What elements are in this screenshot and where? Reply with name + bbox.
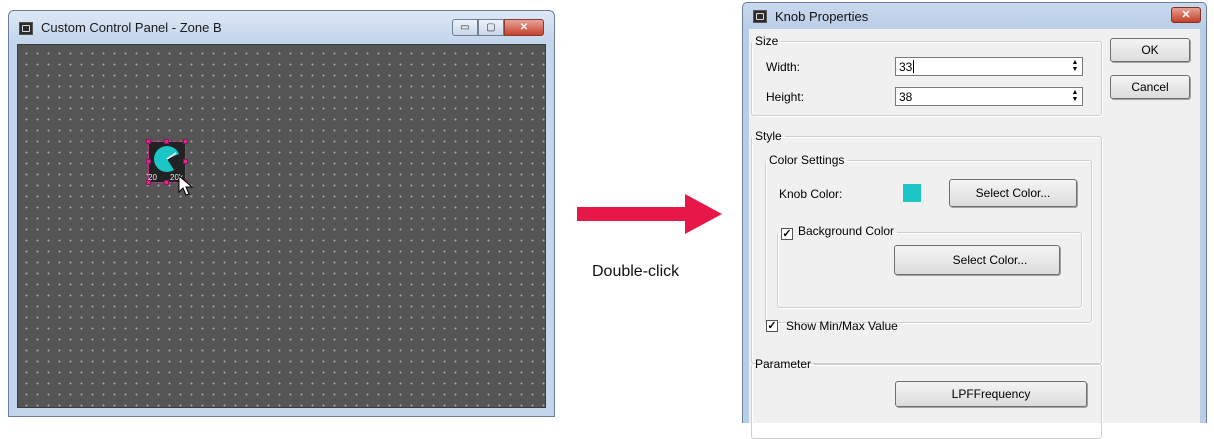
resize-handle[interactable] xyxy=(146,159,151,164)
width-label: Width: xyxy=(766,60,801,74)
close-icon: ✕ xyxy=(1181,9,1191,21)
dialog-close-button[interactable]: ✕ xyxy=(1171,7,1201,23)
double-click-label: Double-click xyxy=(592,263,680,280)
height-spin-arrows[interactable]: ▲ ▼ xyxy=(1069,89,1081,104)
app-icon xyxy=(19,22,33,35)
resize-handle[interactable] xyxy=(183,139,188,144)
parameter-legend: Parameter xyxy=(755,357,812,371)
background-color-legend: ✓ Background Color xyxy=(781,224,895,240)
dialog-body: Size Width: 33 ▲ ▼ Height: 38 ▲ ▼ OK Cance… xyxy=(749,29,1200,439)
resize-handle[interactable] xyxy=(146,139,151,144)
width-spin-arrows[interactable]: ▲ ▼ xyxy=(1069,59,1081,74)
parameter-button[interactable]: LPFFrequency xyxy=(895,381,1087,407)
cancel-button[interactable]: Cancel xyxy=(1110,75,1190,99)
caption-buttons: ▭ ▢ ✕ xyxy=(452,19,544,36)
close-icon: ✕ xyxy=(519,22,529,33)
background-color-checkbox[interactable]: ✓ xyxy=(781,228,793,240)
close-button[interactable]: ✕ xyxy=(504,19,544,36)
window-title: Custom Control Panel - Zone B xyxy=(41,20,222,35)
height-label: Height: xyxy=(766,90,805,104)
maximize-icon: ▢ xyxy=(486,22,496,33)
height-value: 38 xyxy=(899,90,913,104)
knob-properties-dialog: Knob Properties ✕ Size Width: 33 ▲ ▼ Heig… xyxy=(742,2,1207,439)
minimize-button[interactable]: ▭ xyxy=(452,19,478,36)
show-minmax-checkbox[interactable]: ✓ xyxy=(766,320,778,332)
resize-handle[interactable] xyxy=(164,139,169,144)
knob-select-color-button[interactable]: Select Color... xyxy=(949,179,1077,207)
style-legend: Style xyxy=(755,129,782,143)
dialog-title: Knob Properties xyxy=(775,9,869,24)
show-minmax-label: Show Min/Max Value xyxy=(786,319,898,333)
dialog-app-icon xyxy=(753,10,767,23)
size-legend: Size xyxy=(755,34,779,48)
panel-canvas[interactable]: 20 20k xyxy=(17,44,546,408)
mouse-cursor-icon xyxy=(178,175,194,196)
knob-color-swatch xyxy=(903,184,921,202)
knob-color-label: Knob Color: xyxy=(779,187,843,201)
minimize-icon: ▭ xyxy=(460,22,470,33)
custom-control-panel-window: Custom Control Panel - Zone B ▭ ▢ ✕ 20 2… xyxy=(8,10,555,417)
resize-handle[interactable] xyxy=(164,180,169,185)
right-arrow-icon xyxy=(577,194,722,234)
ok-button[interactable]: OK xyxy=(1110,38,1190,62)
width-value: 33 xyxy=(899,60,915,74)
color-settings-legend: Color Settings xyxy=(769,153,845,167)
height-spinbox[interactable]: 38 ▲ ▼ xyxy=(895,87,1083,106)
background-select-color-button[interactable]: Select Color... xyxy=(894,245,1060,275)
maximize-button[interactable]: ▢ xyxy=(478,19,504,36)
resize-handle[interactable] xyxy=(146,180,151,185)
resize-handle[interactable] xyxy=(183,159,188,164)
window-titlebar[interactable]: Custom Control Panel - Zone B ▭ ▢ ✕ xyxy=(9,11,554,41)
text-caret xyxy=(913,60,915,73)
dialog-titlebar[interactable]: Knob Properties ✕ xyxy=(743,3,1206,29)
width-spinbox[interactable]: 33 ▲ ▼ xyxy=(895,57,1083,76)
